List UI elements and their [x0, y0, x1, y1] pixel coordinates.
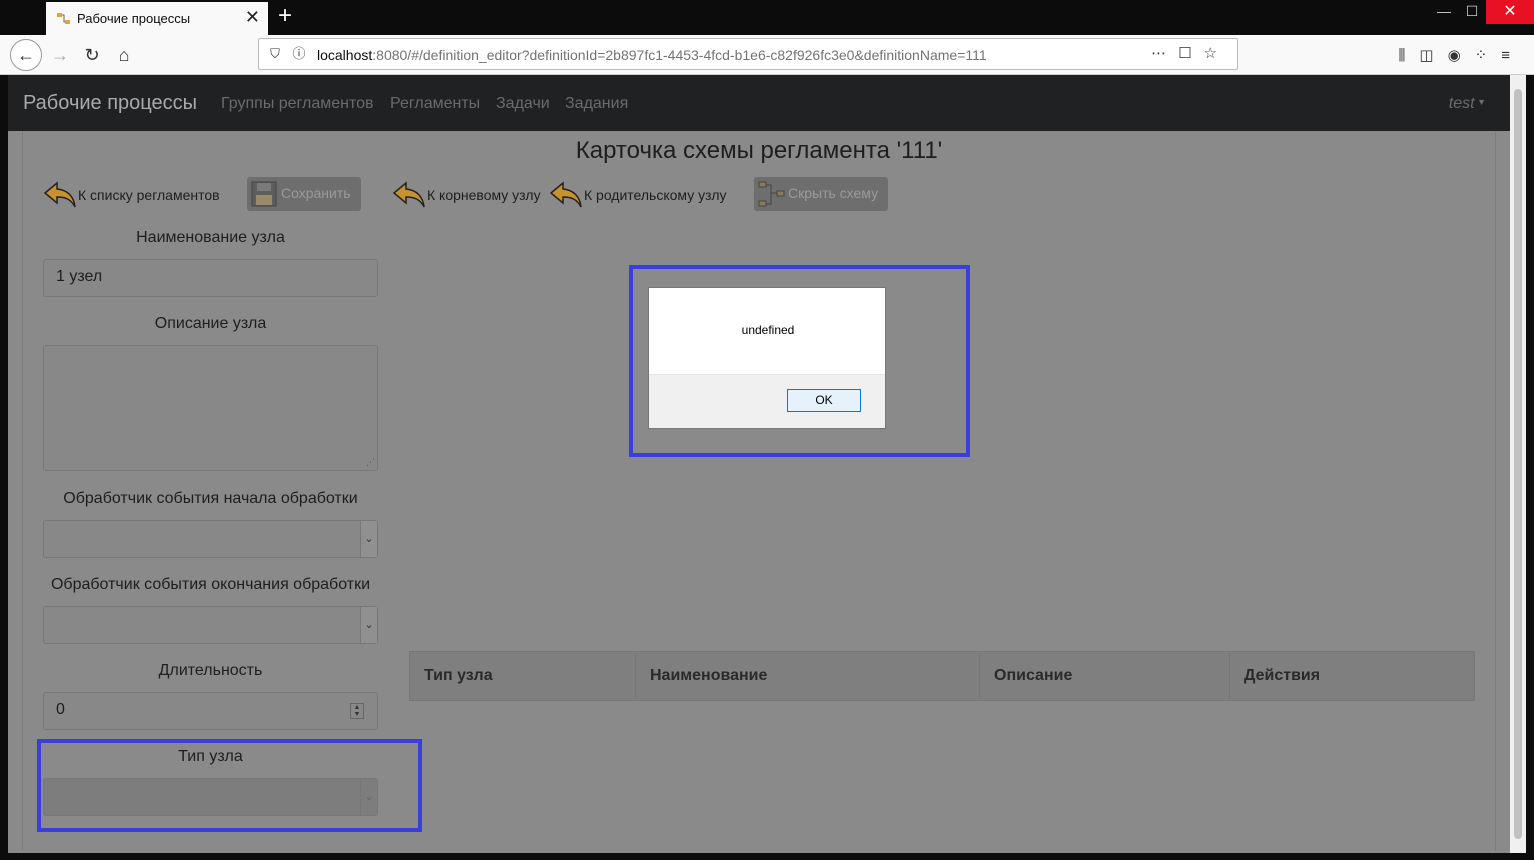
caret-down-icon: ▼: [1474, 97, 1486, 107]
shield-icon[interactable]: ⛉: [267, 46, 283, 62]
user-name: test: [1448, 95, 1475, 112]
browser-tabbar: Рабочие процессы ✕ + — ☐ ✕: [0, 0, 1534, 35]
alert-message: undefined: [741, 323, 795, 337]
duration-label: Длительность: [158, 662, 263, 679]
workflow-favicon-icon: [57, 13, 70, 24]
app-brand[interactable]: Рабочие процессы: [23, 92, 197, 115]
node-description-label: Описание узла: [154, 315, 267, 332]
reload-icon[interactable]: ↻: [76, 39, 108, 71]
node-description-textarea[interactable]: ⋰: [43, 345, 378, 471]
minimize-icon[interactable]: —: [1430, 3, 1458, 27]
to-parent-node-label: К родительскому узлу: [584, 187, 727, 203]
hide-scheme-label: Скрыть схему: [788, 185, 879, 201]
window-close-icon[interactable]: ✕: [1486, 0, 1534, 24]
chevron-down-icon[interactable]: ⌄: [360, 521, 377, 557]
scheme-tree-icon: [758, 181, 785, 207]
nav-link-groups[interactable]: Группы регламентов: [221, 95, 374, 113]
info-icon[interactable]: ⓘ: [291, 46, 307, 62]
alert-footer: OK: [649, 374, 885, 428]
tab-close-icon[interactable]: ✕: [245, 7, 260, 28]
user-menu[interactable]: test ▼: [1449, 95, 1486, 113]
nav-link-jobs[interactable]: Задания: [565, 95, 628, 113]
column-header-name[interactable]: Наименование: [636, 652, 980, 700]
url-text[interactable]: localhost:8080/#/definition_editor?defin…: [317, 47, 987, 63]
to-parent-node-button[interactable]: К родительскому узлу: [549, 179, 734, 211]
to-root-node-button[interactable]: К корневому узлу: [392, 179, 542, 211]
page-viewport: Рабочие процессы Группы регламентов Регл…: [8, 75, 1510, 853]
start-handler-select[interactable]: ⌄: [43, 520, 378, 558]
address-bar[interactable]: ⛉ ⓘ localhost:8080/#/definition_editor?d…: [258, 38, 1238, 70]
end-handler-label: Обработчик события окончания обработки: [50, 576, 371, 593]
end-handler-select[interactable]: ⌄: [43, 606, 378, 644]
browser-tab[interactable]: Рабочие процессы ✕: [46, 2, 268, 35]
duration-input[interactable]: 0 ▲ ▼: [43, 692, 378, 730]
back-to-list-button[interactable]: К списку регламентов: [43, 179, 233, 211]
nav-link-definitions[interactable]: Регламенты: [390, 95, 480, 113]
url-path: :8080/#/definition_editor?definitionId=2…: [372, 47, 987, 63]
url-host: localhost: [317, 47, 373, 63]
column-header-description[interactable]: Описание: [980, 652, 1230, 700]
nodes-table-header: Тип узла Наименование Описание Действия: [409, 651, 1475, 701]
spinner-arrows-icon[interactable]: ▲ ▼: [350, 703, 364, 719]
node-name-value: 1 узел: [56, 268, 103, 285]
toolbar-icons[interactable]: ⫼◫◉⁘≡: [1399, 46, 1524, 64]
nav-link-tasks[interactable]: Задачи: [496, 95, 550, 113]
resize-grip-icon[interactable]: ⋰: [366, 457, 375, 468]
chevron-down-icon[interactable]: ⌄: [360, 607, 377, 643]
column-header-type[interactable]: Тип узла: [410, 652, 636, 700]
alert-dialog: undefined OK: [648, 287, 886, 429]
node-name-input[interactable]: 1 узел: [43, 259, 378, 297]
return-arrow-icon: [43, 181, 76, 208]
tab-title: Рабочие процессы: [77, 11, 191, 26]
new-tab-icon[interactable]: +: [278, 4, 292, 28]
start-handler-label: Обработчик события начала обработки: [63, 490, 358, 507]
page-actions-icons[interactable]: ⋯☐☆: [1151, 44, 1229, 62]
floppy-disk-icon: [251, 181, 277, 207]
ok-button[interactable]: OK: [787, 389, 861, 412]
column-header-actions[interactable]: Действия: [1230, 652, 1474, 700]
home-icon[interactable]: ⌂: [108, 39, 140, 71]
duration-value: 0: [56, 701, 65, 718]
save-button[interactable]: Сохранить: [247, 177, 361, 211]
return-arrow-icon: [549, 181, 582, 208]
to-root-node-label: К корневому узлу: [427, 187, 541, 203]
return-arrow-icon: [392, 181, 425, 208]
app-navbar: Рабочие процессы Группы регламентов Регл…: [8, 75, 1510, 131]
page-title: Карточка схемы регламента '111': [575, 137, 943, 164]
browser-navbar: ← → ↻ ⌂ ⛉ ⓘ localhost:8080/#/definition_…: [0, 35, 1534, 75]
hide-scheme-button[interactable]: Скрыть схему: [754, 177, 888, 211]
forward-arrow-icon[interactable]: →: [44, 39, 76, 71]
scrollbar-thumb[interactable]: [1514, 89, 1522, 839]
maximize-icon[interactable]: ☐: [1458, 3, 1486, 27]
back-arrow-icon[interactable]: ←: [10, 39, 42, 71]
node-name-label: Наименование узла: [136, 229, 285, 246]
page-scrollbar[interactable]: [1510, 75, 1526, 853]
node-type-highlight: [37, 739, 422, 832]
back-to-list-label: К списку регламентов: [78, 187, 220, 203]
save-label: Сохранить: [281, 185, 351, 201]
